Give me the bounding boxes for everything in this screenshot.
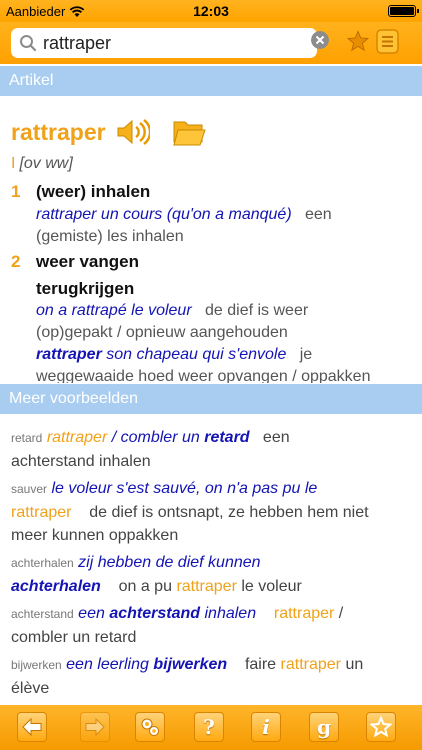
list-item: retard rattraper / combler un retard een… — [11, 426, 411, 473]
example-dutch: on a pu — [118, 578, 172, 595]
pos-roman: I — [11, 155, 16, 172]
clock: 12:03 — [193, 3, 229, 19]
search-input[interactable] — [43, 31, 283, 55]
example-tag: achterhalen — [11, 556, 74, 570]
example-tag: sauver — [11, 482, 48, 496]
headword: rattraper — [11, 119, 106, 145]
back-button[interactable] — [17, 712, 47, 742]
example-french: een leerling — [66, 656, 149, 673]
example-keyword: rattraper — [11, 504, 72, 521]
sense-number: 1 — [11, 182, 21, 201]
clear-search-icon[interactable] — [311, 31, 329, 49]
arrow-left-icon — [22, 717, 42, 737]
example-dutch-cont: meer kunnen oppakken — [11, 527, 179, 544]
example-dutch: / — [338, 605, 344, 622]
favorites-button[interactable] — [366, 712, 396, 742]
google-button[interactable]: g — [309, 712, 339, 742]
search-box[interactable] — [11, 28, 317, 58]
example-dutch-cont-2: élève — [11, 680, 50, 697]
example-french: een — [78, 605, 105, 622]
example-dutch: je — [299, 346, 313, 363]
list-item: achterstand een achterstand inhalen ratt… — [11, 602, 411, 649]
sense-heading: (weer) inhalen — [36, 182, 151, 201]
example-french: le voleur s'est sauvé, on n'a pas pu le — [51, 480, 318, 497]
example-dutch-cont: un — [345, 656, 364, 673]
sense-number: 2 — [11, 252, 21, 271]
example-dutch-cont: combler un retard — [11, 629, 137, 646]
example-french-bold: rattraper — [36, 346, 102, 363]
example-dutch-cont: (gemiste) les inhalen — [36, 228, 184, 245]
example-french-bold: achterstand — [109, 605, 201, 622]
sense-heading-2: terugkrijgen — [36, 279, 135, 298]
example-keyword: rattraper — [46, 429, 108, 446]
favorite-star-icon[interactable] — [347, 30, 369, 52]
battery-icon — [388, 5, 419, 17]
article-section-header: Artikel — [0, 66, 422, 96]
example-dutch-cont: le voleur — [241, 578, 302, 595]
example-tag: achterstand — [11, 607, 74, 621]
list-item: sauver le voleur s'est sauvé, on n'a pas… — [11, 477, 411, 547]
part-of-speech: I [ov ww] — [11, 155, 73, 173]
example-dutch-cont: (op)gepakt / opnieuw aangehouden — [36, 324, 288, 341]
google-icon: g — [317, 715, 331, 739]
example-french-bold: bijwerken — [153, 656, 228, 673]
example-keyword: rattraper — [176, 578, 237, 595]
example-french-bold: retard — [204, 429, 250, 446]
example-french: rattraper un cours (qu'on a manqué) — [36, 206, 292, 223]
folder-icon[interactable] — [172, 118, 206, 146]
bottom-toolbar: ? i g — [0, 705, 422, 750]
help-icon: ? — [203, 715, 215, 739]
gear-icon — [141, 718, 159, 736]
headword-row: rattraper — [11, 118, 206, 146]
status-bar: Aanbieder 12:03 — [0, 0, 422, 22]
more-examples-section-header: Meer voorbeelden — [0, 384, 422, 414]
example-keyword: rattraper — [273, 605, 335, 622]
example-tag: bijwerken — [11, 658, 62, 672]
pos-label: [ov ww] — [19, 155, 73, 172]
example-french: son chapeau qui s'envole — [106, 346, 287, 363]
sense-heading: weer vangen — [36, 252, 139, 271]
arrow-right-icon — [85, 717, 105, 737]
example-dutch-cont: weggewaaide hoed weer opvangen / oppakke… — [36, 368, 371, 383]
info-icon: i — [262, 715, 270, 739]
example-dutch: een — [304, 206, 332, 223]
more-examples-list[interactable]: retard rattraper / combler un retard een… — [0, 414, 422, 704]
example-dutch: een — [262, 429, 290, 446]
example: on a rattrapé le voleur de dief is weer … — [36, 300, 406, 344]
example-french: on a rattrapé le voleur — [36, 302, 192, 319]
example-french-bold: achterhalen — [11, 578, 101, 595]
word-list-icon[interactable] — [376, 29, 399, 54]
settings-button[interactable] — [135, 712, 165, 742]
info-button[interactable]: i — [251, 712, 281, 742]
example-french: / combler un — [107, 429, 205, 446]
list-item: achterhalen zij hebben de dief kunnen ac… — [11, 551, 411, 598]
forward-button[interactable] — [80, 712, 110, 742]
list-item: bijwerken een leerling bijwerken faire r… — [11, 653, 411, 700]
example-keyword: rattraper — [280, 656, 341, 673]
example: rattraper un cours (qu'on a manqué) een … — [36, 204, 406, 248]
example-tag: retard — [11, 431, 43, 445]
example-dutch-cont: achterstand inhalen — [11, 453, 151, 470]
example-dutch: de dief is weer — [205, 302, 309, 319]
search-icon — [20, 35, 37, 52]
example-dutch: faire — [244, 656, 277, 673]
example-french: zij hebben de dief kunnen — [78, 554, 261, 571]
example-french-post: inhalen — [204, 605, 257, 622]
example-dutch: de dief is ontsnapt, ze hebben hem niet — [89, 504, 369, 521]
article-content[interactable]: rattraper I [ov ww] 1 (weer) inhalen ratt… — [0, 96, 422, 383]
speaker-icon[interactable] — [116, 118, 150, 146]
help-button[interactable]: ? — [194, 712, 224, 742]
example: rattraper son chapeau qui s'envole je we… — [36, 344, 406, 383]
star-outline-icon — [370, 716, 392, 738]
